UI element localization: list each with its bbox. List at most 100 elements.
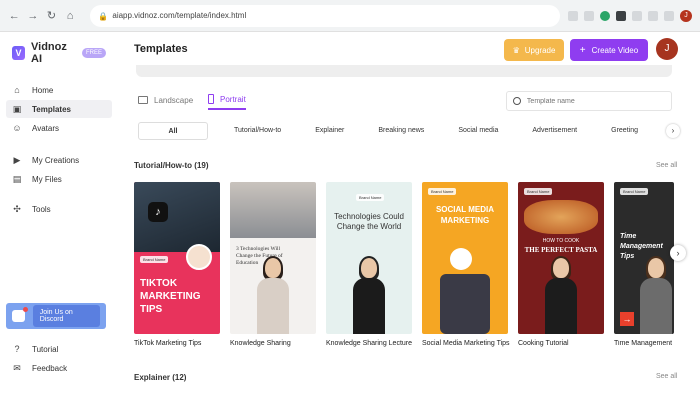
sidebar-item-label: Tutorial bbox=[32, 344, 59, 354]
template-search[interactable] bbox=[506, 91, 672, 111]
category-explainer[interactable]: Explainer bbox=[307, 122, 352, 140]
sidebar-item-label: Avatars bbox=[32, 123, 59, 133]
extensions: J bbox=[567, 9, 692, 22]
templates-icon: ▣ bbox=[12, 104, 22, 114]
sidebar-item-label: Templates bbox=[32, 104, 71, 114]
address-bar[interactable]: 🔒 aiapp.vidnoz.com/template/index.html bbox=[90, 4, 560, 27]
presenter-figure bbox=[638, 256, 674, 334]
sidebar-item-feedback[interactable]: ✉ Feedback bbox=[6, 359, 112, 377]
sidebar-item-label: My Files bbox=[32, 174, 62, 184]
card-headline: Technologies Could Change the World bbox=[334, 212, 404, 231]
tab-landscape[interactable]: Landscape bbox=[138, 90, 193, 110]
card-brand: Brand Name bbox=[620, 188, 649, 195]
card-label: Knowledge Sharing Lecture bbox=[326, 340, 413, 347]
sidebar-item-my-files[interactable]: ▤ My Files bbox=[6, 170, 112, 188]
see-all-link[interactable]: See all bbox=[656, 162, 677, 169]
card-label: TikTok Marketing Tips bbox=[134, 340, 202, 347]
banner-strip bbox=[136, 65, 672, 77]
create-video-button[interactable]: + Create Video bbox=[570, 39, 648, 61]
back-icon[interactable]: ← bbox=[8, 9, 21, 23]
sidebar-item-label: Tools bbox=[32, 204, 51, 214]
sidebar-item-label: Home bbox=[32, 85, 54, 95]
presenter-figure bbox=[351, 256, 387, 334]
upgrade-button[interactable]: ♛ Upgrade bbox=[504, 39, 564, 61]
discord-banner[interactable]: Join Us on Discord bbox=[6, 303, 106, 329]
page-title: Templates bbox=[134, 43, 188, 55]
category-greeting[interactable]: Greeting bbox=[603, 122, 646, 140]
phone-illustration bbox=[440, 274, 490, 334]
template-card[interactable]: Brand Name HOW TO COOK THE PERFECT PASTA bbox=[518, 182, 604, 334]
category-breaking-news[interactable]: Breaking news bbox=[370, 122, 432, 140]
url-text: aiapp.vidnoz.com/template/index.html bbox=[112, 11, 247, 20]
search-input[interactable] bbox=[526, 97, 665, 105]
tab-label: Landscape bbox=[154, 95, 194, 105]
reload-icon[interactable]: ↻ bbox=[45, 9, 58, 23]
home-browser-icon[interactable]: ⌂ bbox=[64, 9, 77, 23]
crown-icon: ♛ bbox=[512, 45, 520, 55]
star-icon[interactable] bbox=[583, 10, 594, 21]
sidebar-item-label: My Creations bbox=[32, 155, 80, 165]
category-social-media[interactable]: Social media bbox=[450, 122, 506, 140]
upgrade-label: Upgrade bbox=[524, 45, 556, 55]
pasta-image bbox=[524, 200, 598, 234]
home-icon: ⌂ bbox=[14, 85, 20, 95]
tab-label: Portrait bbox=[220, 94, 246, 104]
sidebar-item-templates[interactable]: ▣ Templates bbox=[6, 100, 112, 118]
share-icon[interactable] bbox=[567, 10, 578, 21]
sidebar-item-avatars[interactable]: ☺ Avatars bbox=[6, 119, 112, 137]
extension-icon[interactable] bbox=[599, 10, 610, 21]
section-title: Tutorial/How-to (19) bbox=[134, 161, 209, 170]
card-brand: Brand Name bbox=[356, 194, 385, 201]
lock-icon: 🔒 bbox=[98, 11, 109, 21]
card-brand: Brand Name bbox=[140, 256, 169, 263]
section-title: Explainer (12) bbox=[134, 373, 187, 382]
sidebar-item-tools[interactable]: ✣ Tools bbox=[6, 200, 112, 218]
card-subheadline: HOW TO COOK bbox=[542, 238, 580, 244]
category-advertisement[interactable]: Advertisement bbox=[524, 122, 585, 140]
card-label: Cooking Tutorial bbox=[518, 340, 569, 347]
sidebar-item-label: Feedback bbox=[32, 363, 68, 373]
category-tabs: All Tutorial/How-to Explainer Breaking n… bbox=[138, 122, 678, 140]
card-brand: Brand Name bbox=[428, 188, 457, 195]
template-card[interactable]: Brand Name Time Management Tips → bbox=[614, 182, 674, 334]
carousel-next-icon[interactable]: › bbox=[670, 245, 686, 261]
extension-icon[interactable] bbox=[615, 10, 626, 21]
profile-avatar[interactable]: J bbox=[679, 9, 692, 22]
arrow-right-icon: → bbox=[620, 312, 634, 326]
template-card[interactable]: Brand Name Technologies Could Change the… bbox=[326, 182, 412, 334]
category-all[interactable]: All bbox=[138, 122, 208, 140]
create-label: Create Video bbox=[591, 45, 639, 55]
sidebar-item-my-creations[interactable]: ▶ My Creations bbox=[6, 151, 112, 169]
sidebar-item-tutorial[interactable]: ? Tutorial bbox=[6, 340, 112, 358]
download-icon[interactable] bbox=[647, 10, 658, 21]
portrait-icon bbox=[208, 94, 214, 104]
discord-button[interactable]: Join Us on Discord bbox=[32, 305, 100, 327]
user-avatar[interactable]: J bbox=[656, 38, 678, 60]
card-label: Knowledge Sharing bbox=[230, 340, 291, 347]
template-card[interactable]: Brand Name SOCIAL MEDIA MARKETING bbox=[422, 182, 508, 334]
brand[interactable]: V Vidnoz AI FREE bbox=[0, 32, 118, 74]
tiktok-icon: ♪ bbox=[148, 202, 168, 222]
forward-icon[interactable]: → bbox=[27, 9, 40, 23]
vidnoz-logo-icon: V bbox=[12, 46, 25, 60]
tab-portrait[interactable]: Portrait bbox=[208, 90, 246, 110]
presenter-figure bbox=[255, 256, 291, 334]
sidebar: V Vidnoz AI FREE ⌂ Home ▣ Templates ☺ Av… bbox=[0, 32, 118, 400]
presenter-avatar bbox=[450, 248, 472, 270]
presenter-figure bbox=[543, 256, 579, 334]
card-headline: TIKTOK MARKETING TIPS bbox=[140, 278, 201, 315]
card-thumbnail bbox=[134, 182, 220, 252]
see-all-link[interactable]: See all bbox=[656, 373, 677, 380]
sidepanel-icon[interactable] bbox=[663, 10, 674, 21]
sidebar-item-home[interactable]: ⌂ Home bbox=[6, 81, 112, 99]
landscape-icon bbox=[138, 96, 148, 104]
tools-icon: ✣ bbox=[13, 204, 21, 214]
avatar-icon: ☺ bbox=[12, 123, 22, 133]
puzzle-icon[interactable] bbox=[631, 10, 642, 21]
plus-icon: + bbox=[579, 44, 586, 56]
category-next-icon[interactable]: › bbox=[666, 124, 680, 138]
template-card[interactable]: 3 Technologies Will Change the Future of… bbox=[230, 182, 316, 334]
template-card[interactable]: ♪ Brand Name TIKTOK MARKETING TIPS bbox=[134, 182, 220, 334]
card-headline: THE PERFECT PASTA bbox=[524, 246, 598, 254]
category-tutorial[interactable]: Tutorial/How-to bbox=[226, 122, 289, 140]
